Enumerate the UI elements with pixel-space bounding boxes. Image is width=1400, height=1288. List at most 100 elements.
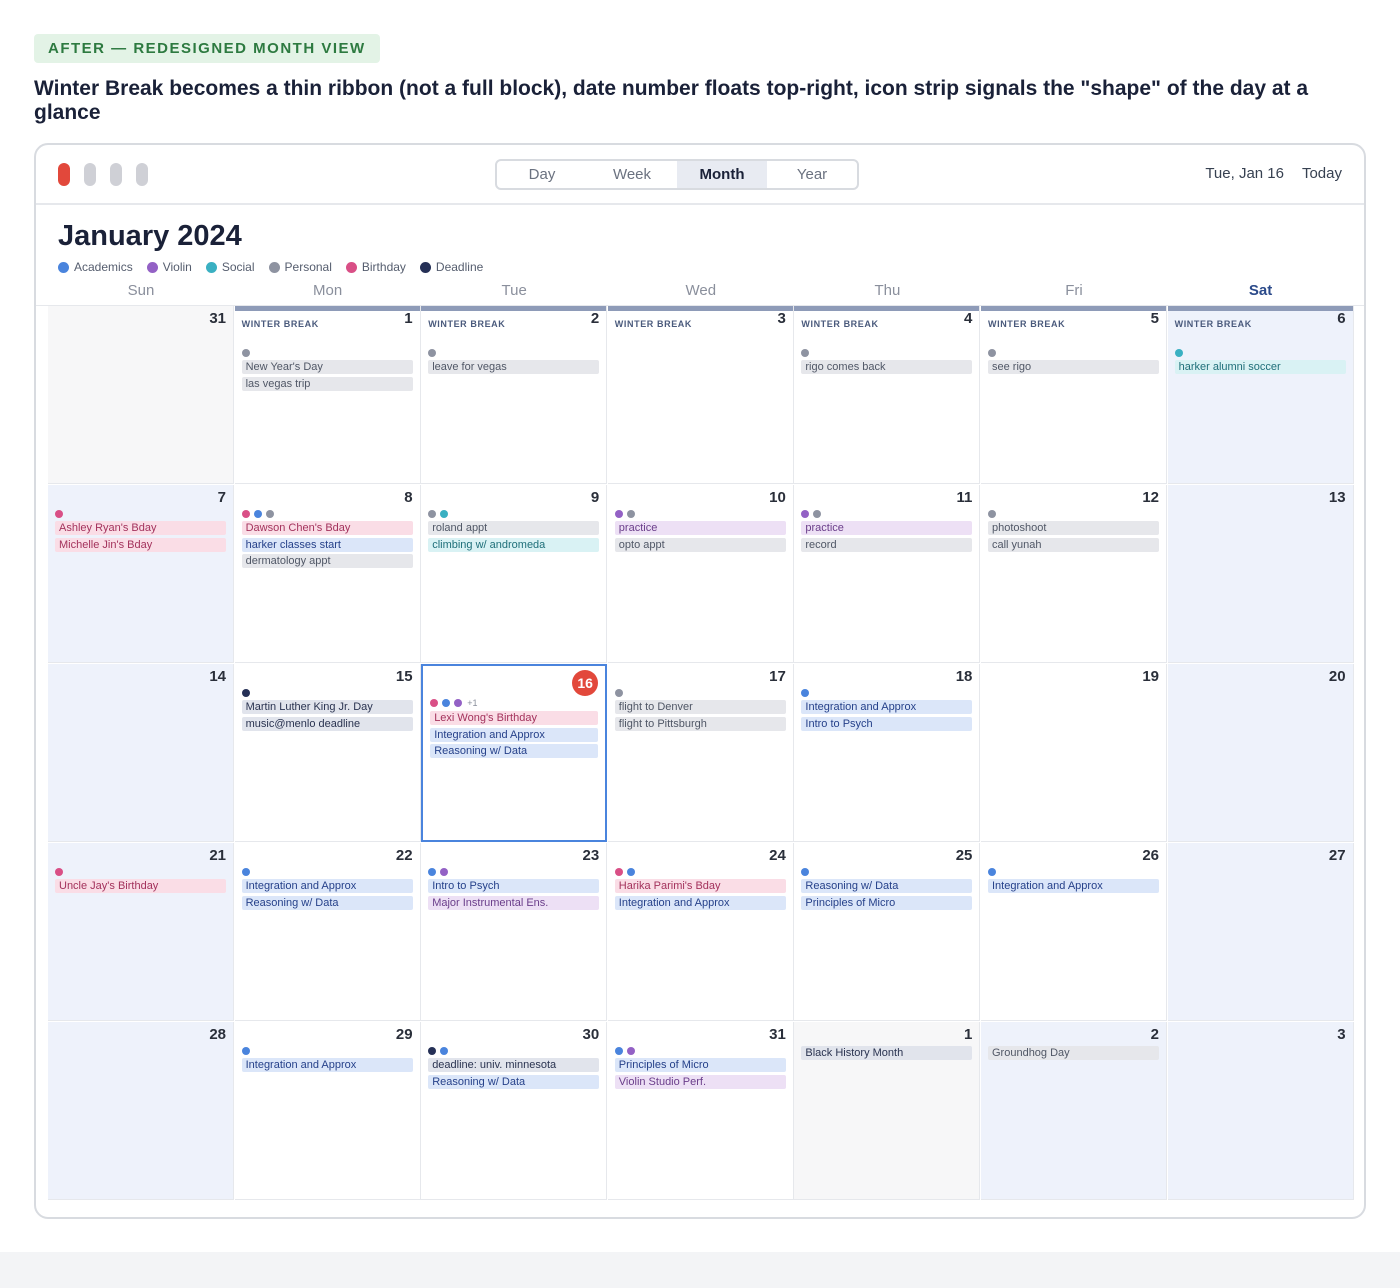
day-cell[interactable]: WINTER BREAK1New Year's Daylas vegas tri… [235, 306, 421, 484]
view-tab-week[interactable]: Week [587, 161, 677, 188]
day-cell[interactable]: 22Integration and ApproxReasoning w/ Dat… [235, 843, 421, 1021]
event-chip-personal[interactable]: New Year's Day [242, 360, 413, 374]
day-cell[interactable]: WINTER BREAK5see rigo [981, 306, 1167, 484]
day-cell[interactable]: 31Principles of MicroViolin Studio Perf. [608, 1022, 794, 1200]
date-number: 27 [1329, 847, 1346, 864]
day-cell[interactable]: 18Integration and ApproxIntro to Psych [794, 664, 980, 842]
event-chip-deadline[interactable]: Black History Month [801, 1046, 972, 1060]
event-chip-academics[interactable]: Reasoning w/ Data [801, 879, 972, 893]
view-tab-month[interactable]: Month [677, 161, 767, 188]
day-cell[interactable]: 31 [48, 306, 234, 484]
event-chip-personal[interactable]: Groundhog Day [988, 1046, 1159, 1060]
event-chip-academics[interactable]: Integration and Approx [242, 1058, 413, 1072]
event-chip-violin[interactable]: Violin Studio Perf. [615, 1075, 786, 1089]
window-extra-control[interactable] [136, 163, 148, 186]
day-cell[interactable]: 26Integration and Approx [981, 843, 1167, 1021]
event-chip-birthday[interactable]: Ashley Ryan's Bday [55, 521, 226, 535]
day-cell-today[interactable]: 16+1Lexi Wong's BirthdayIntegration and … [421, 664, 607, 842]
day-cell[interactable]: WINTER BREAK4rigo comes back [794, 306, 980, 484]
violin-dot-icon [627, 1047, 635, 1055]
window-zoom-control[interactable] [110, 163, 122, 186]
day-cell[interactable]: 2Groundhog Day [981, 1022, 1167, 1200]
day-cell[interactable]: 1Black History Month [794, 1022, 980, 1200]
day-cell[interactable]: 12photoshootcall yunah [981, 485, 1167, 663]
event-chip-social[interactable]: climbing w/ andromeda [428, 538, 599, 552]
winter-break-label: WINTER BREAK [988, 319, 1065, 329]
event-chip-academics[interactable]: harker classes start [242, 538, 413, 552]
event-chip-personal[interactable]: rigo comes back [801, 360, 972, 374]
day-cell[interactable]: WINTER BREAK3 [608, 306, 794, 484]
day-cell[interactable]: 24Harika Parimi's BdayIntegration and Ap… [608, 843, 794, 1021]
event-chip-academics[interactable]: Intro to Psych [428, 879, 599, 893]
day-cell[interactable]: 21Uncle Jay's Birthday [48, 843, 234, 1021]
event-chip-violin[interactable]: practice [801, 521, 972, 535]
event-chip-deadline[interactable]: deadline: univ. minnesota [428, 1058, 599, 1072]
day-cell[interactable]: 3 [1168, 1022, 1354, 1200]
day-icon-strip [428, 1046, 452, 1055]
event-chip-deadline[interactable]: music@menlo deadline [242, 717, 413, 731]
window-close-control[interactable] [58, 163, 70, 186]
day-cell[interactable]: 20 [1168, 664, 1354, 842]
event-chip-violin[interactable]: Major Instrumental Ens. [428, 896, 599, 910]
event-chip-deadline[interactable]: Martin Luther King Jr. Day [242, 700, 413, 714]
event-chip-academics[interactable]: Reasoning w/ Data [430, 744, 598, 758]
event-chip-academics[interactable]: Integration and Approx [615, 896, 786, 910]
event-chip-academics[interactable]: Reasoning w/ Data [242, 896, 413, 910]
today-button[interactable]: Today [1302, 165, 1342, 182]
day-cell[interactable]: 28 [48, 1022, 234, 1200]
event-chip-academics[interactable]: Principles of Micro [801, 896, 972, 910]
day-cell[interactable]: 27 [1168, 843, 1354, 1021]
day-icon-strip [1175, 348, 1187, 357]
event-chip-academics[interactable]: Integration and Approx [988, 879, 1159, 893]
day-cell[interactable]: 10 practice opto appt [608, 485, 794, 663]
day-cell[interactable]: 25Reasoning w/ DataPrinciples of Micro [794, 843, 980, 1021]
event-chip-social[interactable]: harker alumni soccer [1175, 360, 1346, 374]
event-chip-birthday[interactable]: Michelle Jin's Bday [55, 538, 226, 552]
event-chip-personal[interactable]: leave for vegas [428, 360, 599, 374]
event-chip-academics[interactable]: Integration and Approx [801, 700, 972, 714]
day-cell[interactable]: WINTER BREAK2leave for vegas [421, 306, 607, 484]
event-chip-personal[interactable]: las vegas trip [242, 377, 413, 391]
winter-break-label: WINTER BREAK [428, 319, 505, 329]
event-chip-violin[interactable]: practice [615, 521, 786, 535]
day-cell[interactable]: WINTER BREAK6harker alumni soccer [1168, 306, 1354, 484]
event-chip-birthday[interactable]: Uncle Jay's Birthday [55, 879, 226, 893]
day-cell[interactable]: 17flight to Denverflight to Pittsburgh [608, 664, 794, 842]
day-icon-strip [428, 509, 452, 518]
event-chip-personal[interactable]: record [801, 538, 972, 552]
date-number: 10 [769, 489, 786, 506]
day-cell[interactable]: 13 [1168, 485, 1354, 663]
day-cell[interactable]: 7Ashley Ryan's BdayMichelle Jin's Bday [48, 485, 234, 663]
day-cell[interactable]: 19 [981, 664, 1167, 842]
day-icon-strip [242, 688, 254, 697]
event-chip-academics[interactable]: Intro to Psych [801, 717, 972, 731]
legend-label: Social [222, 260, 255, 274]
day-cell[interactable]: 15Martin Luther King Jr. Daymusic@menlo … [235, 664, 421, 842]
day-cell[interactable]: 11practicerecord [794, 485, 980, 663]
view-tab-day[interactable]: Day [497, 161, 587, 188]
day-cell[interactable]: 29Integration and Approx [235, 1022, 421, 1200]
view-tab-year[interactable]: Year [767, 161, 857, 188]
event-chip-academics[interactable]: Principles of Micro [615, 1058, 786, 1072]
day-cell[interactable]: 23Intro to PsychMajor Instrumental Ens. [421, 843, 607, 1021]
event-chip-birthday[interactable]: Dawson Chen's Bday [242, 521, 413, 535]
event-chip-personal[interactable]: roland appt [428, 521, 599, 535]
event-chip-academics[interactable]: Reasoning w/ Data [428, 1075, 599, 1089]
day-cell[interactable]: 9roland apptclimbing w/ andromeda [421, 485, 607, 663]
day-cell[interactable]: 30deadline: univ. minnesotaReasoning w/ … [421, 1022, 607, 1200]
day-cell[interactable]: 14 [48, 664, 234, 842]
event-chip-birthday[interactable]: Lexi Wong's Birthday [430, 711, 598, 725]
event-chip-academics[interactable]: Integration and Approx [430, 728, 598, 742]
event-chip-birthday[interactable]: Harika Parimi's Bday [615, 879, 786, 893]
event-chip-academics[interactable]: Integration and Approx [242, 879, 413, 893]
date-number: 4 [964, 310, 972, 327]
event-chip-personal[interactable]: call yunah [988, 538, 1159, 552]
event-chip-personal[interactable]: flight to Pittsburgh [615, 717, 786, 731]
day-cell[interactable]: 8Dawson Chen's Bdayharker classes startd… [235, 485, 421, 663]
event-chip-personal[interactable]: flight to Denver [615, 700, 786, 714]
event-chip-personal[interactable]: dermatology appt [242, 554, 413, 568]
event-chip-personal[interactable]: see rigo [988, 360, 1159, 374]
event-chip-personal[interactable]: photoshoot [988, 521, 1159, 535]
event-chip-personal[interactable]: opto appt [615, 538, 786, 552]
window-minimize-control[interactable] [84, 163, 96, 186]
